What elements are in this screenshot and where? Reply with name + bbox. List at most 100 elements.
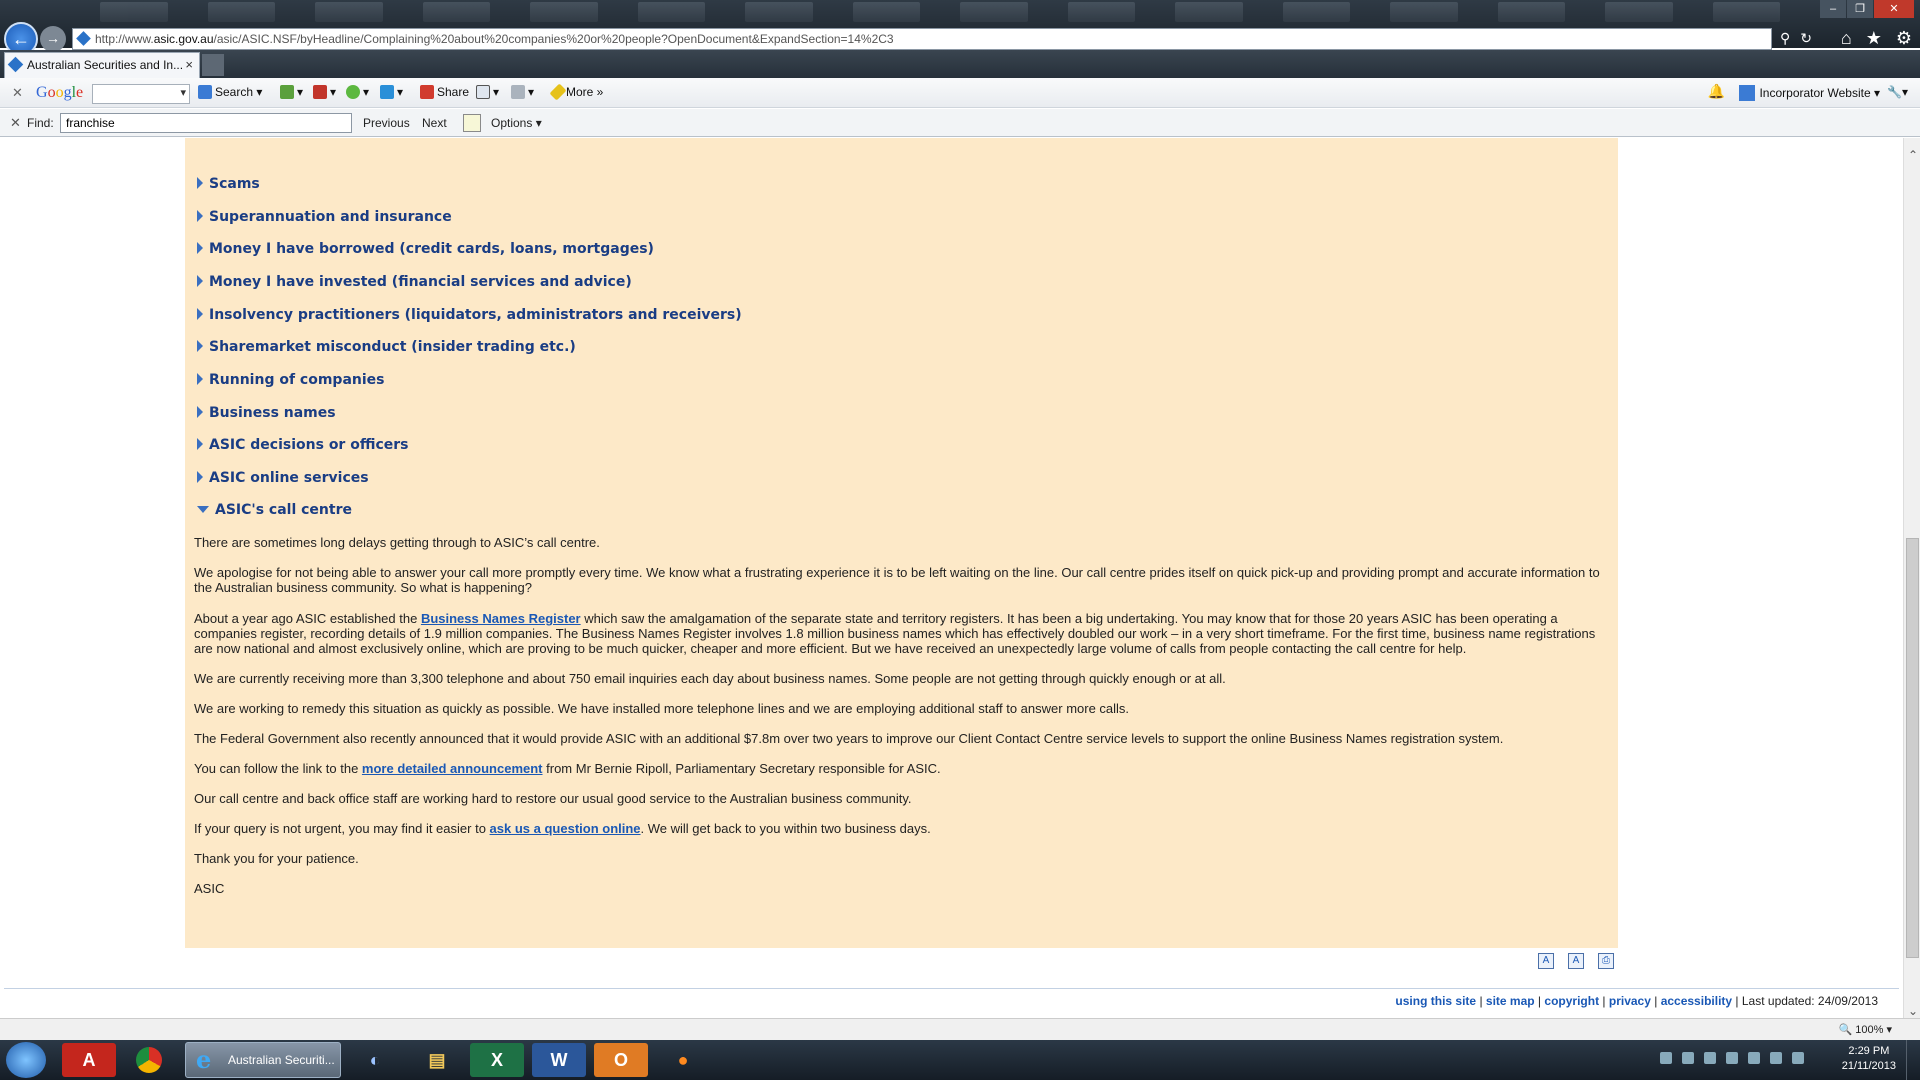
notification-bell-icon[interactable]: 🔔 [1708, 83, 1725, 100]
privacy-link[interactable]: privacy [1609, 994, 1651, 1008]
start-button[interactable] [6, 1042, 46, 1078]
article-paragraph: About a year ago ASIC established the Bu… [194, 611, 1596, 656]
find-options-button[interactable]: Options ▾ [491, 116, 542, 130]
google-toolbar: ✕ Google Search ▾ ▾ ▾ ▾ ▾ Share ▾ ▾ More… [0, 78, 1920, 108]
account-menu[interactable]: Incorporator Website ▾ [1739, 85, 1880, 101]
toolbar-translate-button[interactable]: ▾ [346, 85, 369, 99]
address-tools: ⚲ ↻ [1780, 30, 1812, 47]
toolbar-view-button[interactable]: ▾ [476, 85, 499, 99]
favorites-star-icon[interactable]: ★ [1866, 28, 1882, 49]
maximize-button[interactable]: ❐ [1847, 0, 1873, 18]
using-this-site-link[interactable]: using this site [1395, 994, 1476, 1008]
highlight-icon[interactable] [463, 114, 481, 132]
firefox-icon[interactable]: ● [656, 1043, 710, 1077]
tray-app-icon[interactable] [1726, 1052, 1738, 1064]
volume-icon[interactable] [1792, 1052, 1804, 1064]
google-search-icon [198, 85, 212, 99]
section-asic-decisions[interactable]: ASIC decisions or officers [197, 437, 408, 453]
share-icon [420, 85, 434, 99]
decrease-text-icon[interactable]: A [1538, 953, 1554, 969]
ask-question-online-link[interactable]: ask us a question online [490, 821, 641, 836]
excel-icon[interactable]: X [470, 1043, 524, 1077]
translate-icon [346, 85, 360, 99]
tools-gear-icon[interactable]: ⚙ [1896, 28, 1912, 49]
toolbar-close-icon[interactable]: ✕ [12, 85, 23, 101]
site-map-link[interactable]: site map [1486, 994, 1535, 1008]
word-icon[interactable]: W [532, 1043, 586, 1077]
expand-arrow-icon [197, 308, 203, 320]
print-icon[interactable]: ⎙ [1598, 953, 1614, 969]
tab-close-icon[interactable]: × [185, 53, 193, 77]
section-money-invested[interactable]: Money I have invested (financial service… [197, 274, 632, 290]
calendar-icon [313, 85, 327, 99]
scroll-thumb[interactable] [1906, 538, 1919, 958]
url-path: /asic/ASIC.NSF/byHeadline/Complaining%20… [213, 32, 894, 46]
minimize-button[interactable]: – [1820, 0, 1846, 18]
tray-app-icon[interactable] [1748, 1052, 1760, 1064]
tab-asic[interactable]: Australian Securities and In... × [4, 52, 200, 78]
network-icon[interactable] [1770, 1052, 1782, 1064]
close-window-button[interactable]: ✕ [1874, 0, 1914, 18]
toolbar-puzzle-button[interactable]: ▾ [380, 85, 403, 99]
tray-app-icon[interactable] [1660, 1052, 1672, 1064]
avatar [1739, 85, 1756, 101]
expand-arrow-icon [197, 210, 203, 222]
last-updated: Last updated: 24/09/2013 [1741, 994, 1878, 1008]
more-button[interactable]: More » [549, 83, 603, 101]
accessibility-link[interactable]: accessibility [1661, 994, 1732, 1008]
section-running-companies[interactable]: Running of companies [197, 372, 385, 388]
increase-text-icon[interactable]: A [1568, 953, 1584, 969]
section-insolvency[interactable]: Insolvency practitioners (liquidators, a… [197, 307, 742, 323]
tab-favicon-icon [7, 56, 24, 73]
toolbar-calendar-button[interactable]: ▾ [313, 85, 336, 99]
find-input[interactable] [60, 113, 352, 133]
footer-divider [4, 988, 1899, 989]
copyright-link[interactable]: copyright [1544, 994, 1599, 1008]
vertical-scrollbar[interactable]: ⌃ ⌄ [1903, 138, 1920, 1018]
section-sharemarket[interactable]: Sharemarket misconduct (insider trading … [197, 339, 576, 355]
tray-app-icon[interactable] [1704, 1052, 1716, 1064]
show-desktop-button[interactable] [1906, 1040, 1920, 1080]
wrench-icon[interactable]: 🔧▾ [1887, 85, 1908, 99]
findbar-close-icon[interactable]: ✕ [10, 115, 21, 131]
taskbar-clock[interactable]: 2:29 PM 21/11/2013 [1842, 1044, 1896, 1074]
toolbar-bookmarks-button[interactable]: ▾ [280, 85, 303, 99]
folder-icon[interactable]: ▤ [410, 1043, 464, 1077]
article-paragraph: We are working to remedy this situation … [194, 701, 1130, 716]
expand-arrow-icon [197, 406, 203, 418]
outlook-icon[interactable]: O [594, 1043, 648, 1077]
scroll-up-icon[interactable]: ⌃ [1908, 148, 1918, 162]
section-money-borrowed[interactable]: Money I have borrowed (credit cards, loa… [197, 241, 654, 257]
zoom-control[interactable]: 🔍 100% ▾ [1839, 1023, 1892, 1036]
chrome-icon[interactable] [122, 1043, 176, 1077]
taskbar-ie-window[interactable]: Australian Securiti... [185, 1042, 341, 1078]
refresh-icon[interactable]: ↻ [1800, 30, 1812, 47]
address-bar[interactable]: http://www.asic.gov.au/asic/ASIC.NSF/byH… [72, 28, 1772, 50]
google-logo: Google [36, 84, 84, 101]
section-business-names[interactable]: Business names [197, 405, 336, 421]
toolbar-keyboard-button[interactable]: ▾ [511, 85, 534, 99]
bookmarks-icon [280, 85, 294, 99]
tray-app-icon[interactable] [1682, 1052, 1694, 1064]
home-icon[interactable]: ⌂ [1841, 28, 1852, 49]
clock-app-icon[interactable]: ◐ [348, 1043, 402, 1077]
acrobat-icon[interactable]: A [62, 1043, 116, 1077]
section-call-centre[interactable]: ASIC's call centre [197, 502, 352, 518]
detailed-announcement-link[interactable]: more detailed announcement [362, 761, 543, 776]
find-previous-button[interactable]: Previous [363, 116, 410, 130]
share-button[interactable]: Share [420, 85, 469, 99]
new-tab-button[interactable] [202, 54, 224, 76]
section-superannuation[interactable]: Superannuation and insurance [197, 209, 452, 225]
google-search-box[interactable] [92, 84, 190, 104]
business-names-register-link[interactable]: Business Names Register [421, 611, 581, 626]
section-online-services[interactable]: ASIC online services [197, 470, 369, 486]
section-scams[interactable]: Scams [197, 176, 260, 192]
find-next-button[interactable]: Next [422, 116, 447, 130]
forward-button[interactable]: → [40, 26, 66, 52]
site-favicon-icon [76, 31, 91, 46]
search-icon[interactable]: ⚲ [1780, 30, 1790, 47]
expand-arrow-icon [197, 471, 203, 483]
google-search-button[interactable]: Search ▾ [198, 85, 262, 99]
open-tab-thumbnails [100, 2, 1780, 24]
scroll-down-icon[interactable]: ⌄ [1908, 1004, 1918, 1018]
